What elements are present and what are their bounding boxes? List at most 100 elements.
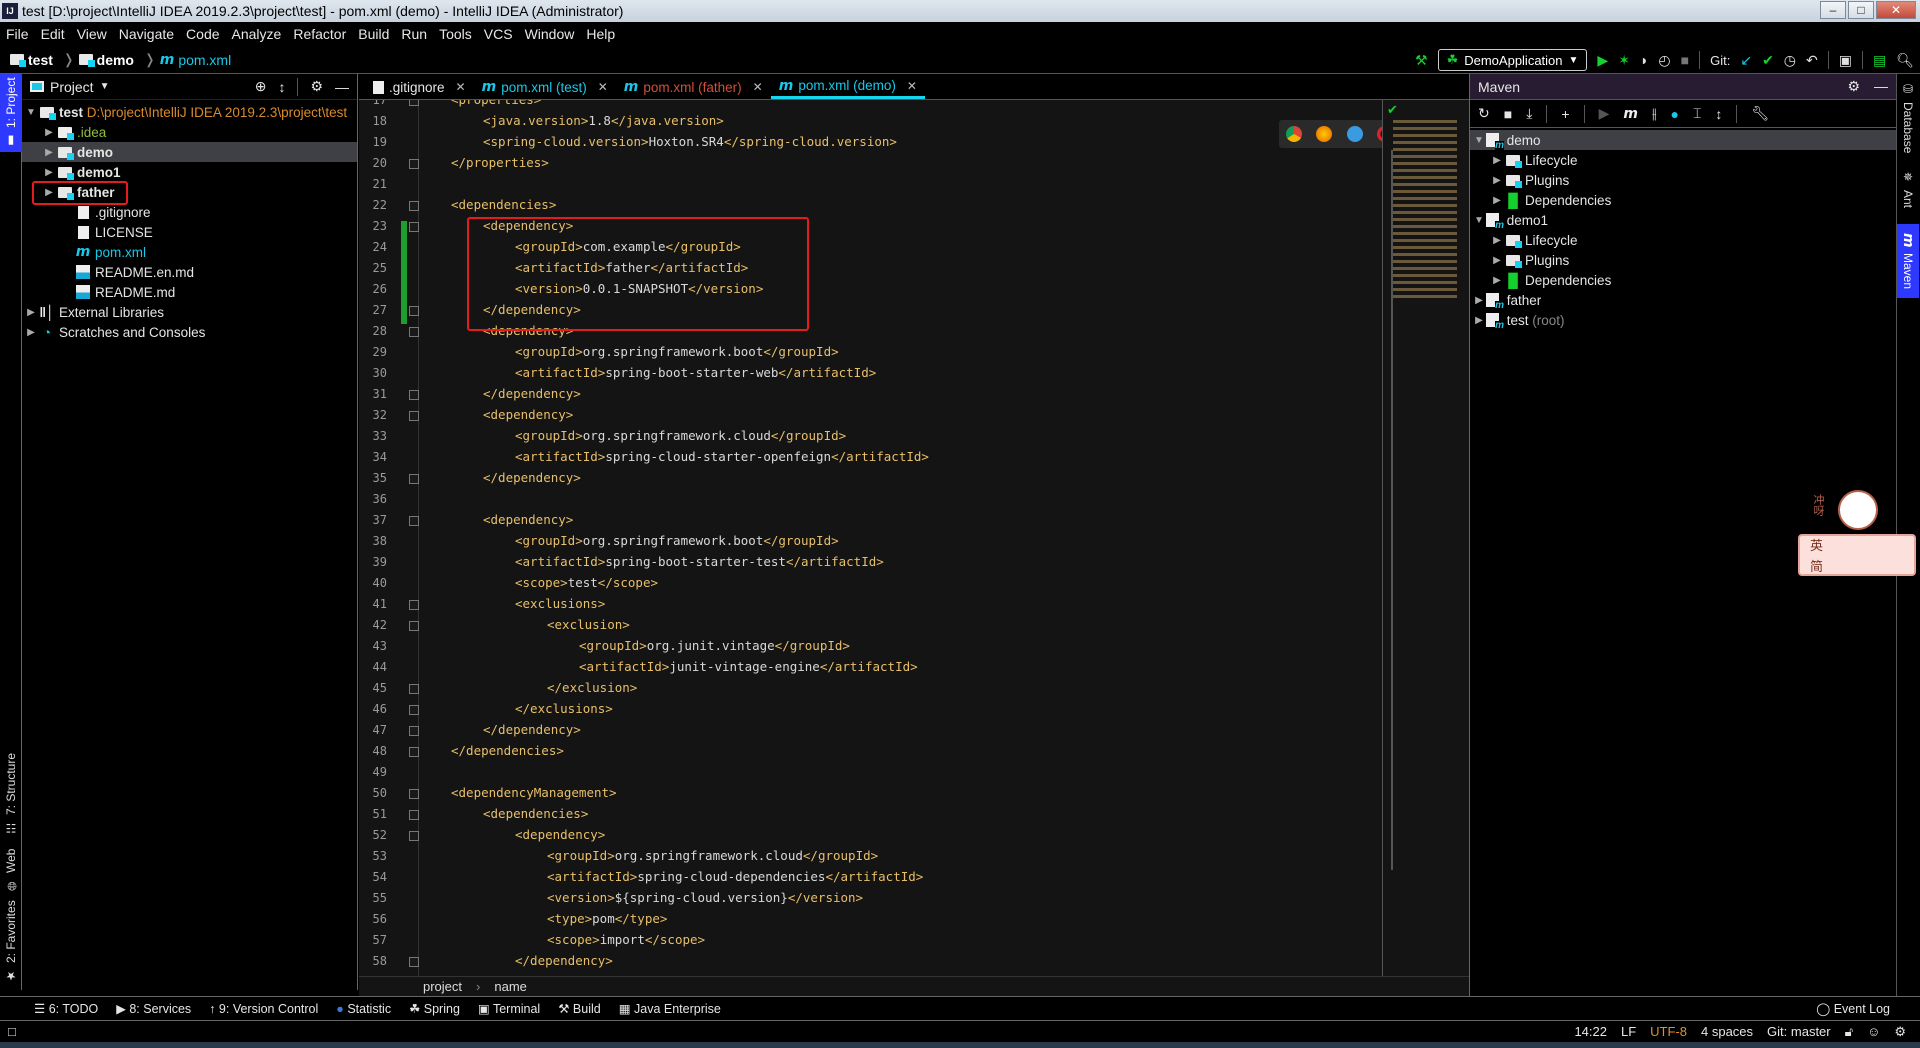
expand-arrow-icon[interactable]: ▶ <box>42 167 56 178</box>
fold-toggle-icon[interactable] <box>409 390 419 400</box>
run-with-coverage-icon[interactable]: ◗ <box>1640 52 1648 68</box>
run-configuration-select[interactable]: ☘ DemoApplication ▼ <box>1437 49 1588 71</box>
maven-item-father[interactable]: ▶ father <box>1470 290 1896 310</box>
tool-version-control[interactable]: ↑ 9: Version Control <box>209 1002 318 1016</box>
ime-mode-badge[interactable]: 英简 <box>1798 534 1916 576</box>
code-line[interactable]: <exclusions> <box>515 596 605 611</box>
breadcrumb-test[interactable]: test <box>10 52 53 68</box>
expand-arrow-icon[interactable]: ▼ <box>24 107 38 118</box>
tool-tab-favorites[interactable]: ★ 2: Favorites <box>0 900 22 984</box>
code-line[interactable]: <dependencies> <box>451 197 556 212</box>
menu-edit[interactable]: Edit <box>41 26 65 42</box>
menu-navigate[interactable]: Navigate <box>119 26 174 42</box>
dropdown-arrow-icon[interactable]: ▼ <box>100 81 110 92</box>
code-line[interactable]: <scope>import</scope> <box>547 932 705 947</box>
chrome-icon[interactable] <box>1286 126 1303 142</box>
breadcrumb-demo[interactable]: demo <box>78 52 134 68</box>
tab-pom-test[interactable]: m pom.xml (test) ✕ <box>474 75 616 99</box>
tool-todo[interactable]: ☰ 6: TODO <box>34 1001 98 1016</box>
tool-tab-structure[interactable]: ☷ 7: Structure <box>0 744 22 844</box>
maven-item-plugins[interactable]: ▶ Plugins <box>1470 170 1896 190</box>
run-icon[interactable]: ▶ <box>1597 52 1608 69</box>
code-line[interactable]: <artifactId>spring-cloud-dependencies</a… <box>547 869 923 884</box>
maven-item-demo[interactable]: ▼ demo <box>1470 130 1896 150</box>
breadcrumb-name[interactable]: name <box>494 979 527 994</box>
menu-code[interactable]: Code <box>186 26 219 42</box>
expand-arrow-icon[interactable]: ▶ <box>1490 235 1504 246</box>
fold-toggle-icon[interactable] <box>409 474 419 484</box>
tree-item-gitignore[interactable]: .gitignore <box>22 202 357 222</box>
maven-item-dependencies[interactable]: ▶ ▐▌ Dependencies <box>1470 270 1896 290</box>
expand-arrow-icon[interactable]: ▶ <box>1490 155 1504 166</box>
tree-item-pom[interactable]: m pom.xml <box>22 242 357 262</box>
hide-panel-icon[interactable]: — <box>335 79 349 95</box>
fold-toggle-icon[interactable] <box>409 306 419 316</box>
fold-toggle-icon[interactable] <box>409 327 419 337</box>
code-line[interactable]: <dependency> <box>515 827 605 842</box>
git-history-icon[interactable]: ◷ <box>1784 52 1796 69</box>
tree-item-readme[interactable]: README.md <box>22 282 357 302</box>
fold-toggle-icon[interactable] <box>409 684 419 694</box>
collapse-all-icon[interactable]: ↕ <box>278 79 285 95</box>
git-update-icon[interactable]: ↙ <box>1740 52 1752 69</box>
menu-vcs[interactable]: VCS <box>484 26 513 42</box>
code-line[interactable]: <groupId>org.springframework.boot</group… <box>515 533 839 548</box>
tool-statistic[interactable]: ● Statistic <box>336 1002 391 1016</box>
minimize-button[interactable]: – <box>1820 1 1846 19</box>
tool-services[interactable]: ▶ 8: Services <box>116 1001 191 1016</box>
tab-gitignore[interactable]: .gitignore ✕ <box>365 75 474 99</box>
fold-toggle-icon[interactable] <box>409 222 419 232</box>
maven-item-plugins[interactable]: ▶ Plugins <box>1470 250 1896 270</box>
git-commit-icon[interactable]: ✔ <box>1762 52 1774 69</box>
terminal-run-icon[interactable]: ▤ <box>1873 52 1886 69</box>
expand-arrow-icon[interactable]: ▶ <box>1490 175 1504 186</box>
fold-toggle-icon[interactable] <box>409 705 419 715</box>
code-line[interactable]: </dependencies> <box>451 743 564 758</box>
code-line[interactable]: <scope>test</scope> <box>515 575 658 590</box>
tool-spring[interactable]: ☘ Spring <box>409 1001 460 1016</box>
code-line[interactable]: <dependency> <box>483 407 573 422</box>
generate-sources-icon[interactable]: ■ <box>1504 106 1512 122</box>
add-icon[interactable]: + <box>1561 106 1569 122</box>
tree-item-readme-en[interactable]: README.en.md <box>22 262 357 282</box>
close-tab-icon[interactable]: ✕ <box>456 80 466 94</box>
breadcrumb-pom[interactable]: m pom.xml <box>160 52 232 68</box>
expand-arrow-icon[interactable]: ▶ <box>24 327 38 338</box>
firefox-icon[interactable] <box>1316 126 1333 142</box>
expand-arrow-icon[interactable]: ▶ <box>1472 315 1486 326</box>
code-line[interactable]: <java.version>1.8</java.version> <box>483 113 724 128</box>
git-rollback-icon[interactable]: ↶ <box>1806 52 1818 69</box>
fold-toggle-icon[interactable] <box>409 621 419 631</box>
breadcrumb-project[interactable]: project <box>423 979 462 994</box>
run-icon[interactable]: ▶ <box>1599 105 1610 122</box>
code-editor[interactable]: 17 18 19 20 21 22 23 24 25 26 27 28 29 30 31 32 33 34 35 36… <box>359 100 1469 976</box>
expand-arrow-icon[interactable]: ▶ <box>1490 255 1504 266</box>
code-line[interactable]: <spring-cloud.version>Hoxton.SR4</spring… <box>483 134 897 149</box>
code-line[interactable]: <groupId>org.springframework.cloud</grou… <box>547 848 878 863</box>
tree-item-test[interactable]: ▼ test D:\project\IntelliJ IDEA 2019.2.3\… <box>22 102 357 122</box>
inspector-icon[interactable]: ☺ <box>1867 1024 1880 1039</box>
tool-tab-database[interactable]: ⛁ Database <box>1897 78 1919 158</box>
maven-item-lifecycle[interactable]: ▶ Lifecycle <box>1470 230 1896 250</box>
debug-bug-icon[interactable]: ✶ <box>1618 52 1630 69</box>
maximize-button[interactable]: □ <box>1848 1 1874 19</box>
safari-icon[interactable] <box>1346 126 1363 142</box>
fold-toggle-icon[interactable] <box>409 726 419 736</box>
show-dependencies-icon[interactable]: ⌶ <box>1693 105 1701 122</box>
menu-build[interactable]: Build <box>358 26 389 42</box>
tree-item-scratches[interactable]: ▶ ◔ Scratches and Consoles <box>22 322 357 342</box>
git-branch[interactable]: Git: master <box>1767 1024 1831 1039</box>
collapse-all-icon[interactable]: ↕ <box>1715 106 1722 122</box>
stop-icon[interactable]: ■ <box>1681 52 1689 68</box>
close-tab-icon[interactable]: ✕ <box>598 80 608 94</box>
code-line[interactable]: <exclusion> <box>547 617 630 632</box>
code-line[interactable]: </dependency> <box>483 722 581 737</box>
expand-arrow-icon[interactable]: ▶ <box>1490 275 1504 286</box>
code-line[interactable]: <artifactId>spring-cloud-starter-openfei… <box>515 449 929 464</box>
toggle-tool-windows-icon[interactable]: □ <box>8 1024 16 1039</box>
reimport-icon[interactable]: ↻ <box>1478 105 1490 122</box>
menu-analyze[interactable]: Analyze <box>232 26 282 42</box>
search-icon[interactable]: 🔍︎ <box>1896 52 1914 69</box>
menu-run[interactable]: Run <box>401 26 427 42</box>
tool-tab-maven[interactable]: m Maven <box>1897 224 1919 298</box>
